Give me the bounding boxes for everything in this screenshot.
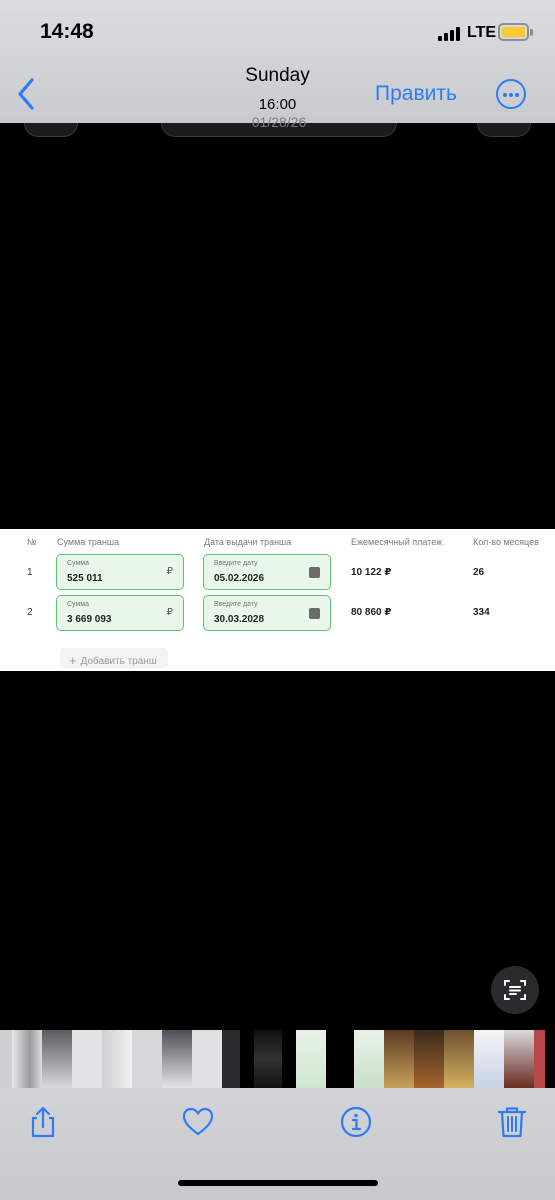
trash-icon[interactable]	[495, 1105, 529, 1139]
add-tranche-label: Добавить транш	[80, 656, 157, 667]
live-text-icon[interactable]	[491, 966, 539, 1014]
row-2-num: 2	[27, 607, 33, 618]
thumbnail[interactable]	[0, 1030, 12, 1088]
photo-content[interactable]: № Сумма транша Дата выдачи транша Ежемес…	[0, 529, 555, 671]
battery-icon	[498, 23, 529, 41]
add-tranche-button: + Добавить транш	[60, 648, 168, 668]
status-time: 14:48	[40, 20, 94, 43]
thumbnail[interactable]	[72, 1030, 102, 1088]
amount-field-2: Сумма 3 669 093 ₽	[56, 595, 184, 631]
thumbnail[interactable]	[254, 1030, 282, 1088]
months-2: 334	[473, 607, 490, 618]
amount-label: Сумма	[67, 601, 89, 608]
home-indicator[interactable]	[178, 1180, 378, 1186]
header-months: Кол-во месяцев	[473, 537, 539, 547]
overlay-date: 01/28/26	[251, 114, 307, 130]
overlay-button-right	[477, 123, 531, 137]
date-value: 30.03.2028	[214, 614, 265, 625]
plus-icon: +	[69, 653, 77, 668]
battery-tip	[530, 29, 533, 36]
thumbnail-strip[interactable]	[0, 1030, 555, 1088]
calendar-icon	[309, 608, 320, 619]
thumbnail[interactable]	[414, 1030, 444, 1088]
page-title: Sunday	[245, 65, 310, 86]
payment-2: 80 860 ₽	[351, 607, 392, 618]
thumbnail[interactable]	[42, 1030, 72, 1088]
thumbnail[interactable]	[326, 1030, 354, 1088]
date-field-2: Введите дату 30.03.2028	[203, 595, 331, 631]
overlay-button-left	[24, 123, 78, 137]
header-payment: Ежемесячный платеж	[351, 537, 443, 547]
thumbnail[interactable]	[444, 1030, 474, 1088]
thumbnail[interactable]	[296, 1030, 326, 1088]
amount-value: 3 669 093	[67, 614, 112, 625]
date-field-1: Введите дату 05.02.2026	[203, 554, 331, 590]
thumbnail[interactable]	[504, 1030, 534, 1088]
network-type: LTE	[467, 24, 497, 41]
thumbnail[interactable]	[222, 1030, 240, 1088]
overlay-date-pill: 01/28/26	[161, 114, 397, 137]
row-1-num: 1	[27, 567, 33, 578]
date-value: 05.02.2026	[214, 573, 265, 584]
bottom-toolbar	[0, 1088, 555, 1200]
thumbnail[interactable]	[240, 1030, 254, 1088]
info-icon[interactable]	[339, 1105, 373, 1139]
header-amount: Сумма транша	[57, 537, 120, 547]
thumbnail[interactable]	[384, 1030, 414, 1088]
months-1: 26	[473, 567, 485, 578]
payment-1: 10 122 ₽	[351, 567, 392, 578]
date-label: Введите дату	[214, 601, 258, 608]
thumbnail[interactable]	[102, 1030, 132, 1088]
signal-icon	[438, 25, 460, 41]
amount-field-1: Сумма 525 011 ₽	[56, 554, 184, 590]
photo-viewer-header: 14:48 LTE Sunday 16:00 Править	[0, 0, 555, 123]
thumbnail[interactable]	[192, 1030, 222, 1088]
thumbnail[interactable]	[534, 1030, 545, 1088]
amount-label: Сумма	[67, 560, 89, 567]
more-icon[interactable]	[496, 79, 526, 109]
header-num: №	[27, 537, 37, 547]
page-subtitle: 16:00	[258, 96, 297, 113]
thumbnail[interactable]	[474, 1030, 504, 1088]
header-date: Дата выдачи транша	[204, 537, 292, 547]
amount-value: 525 011	[67, 573, 103, 584]
thumbnail[interactable]	[132, 1030, 162, 1088]
ruble-icon: ₽	[166, 607, 173, 618]
date-label: Введите дату	[214, 560, 258, 567]
calendar-icon	[309, 567, 320, 578]
edit-button[interactable]: Править	[375, 82, 457, 106]
thumbnail[interactable]	[162, 1030, 192, 1088]
heart-icon[interactable]	[181, 1105, 215, 1139]
thumbnail[interactable]	[282, 1030, 296, 1088]
share-icon[interactable]	[26, 1105, 60, 1139]
thumbnail[interactable]	[354, 1030, 384, 1088]
ruble-icon: ₽	[166, 566, 173, 577]
thumbnail[interactable]	[12, 1030, 42, 1088]
